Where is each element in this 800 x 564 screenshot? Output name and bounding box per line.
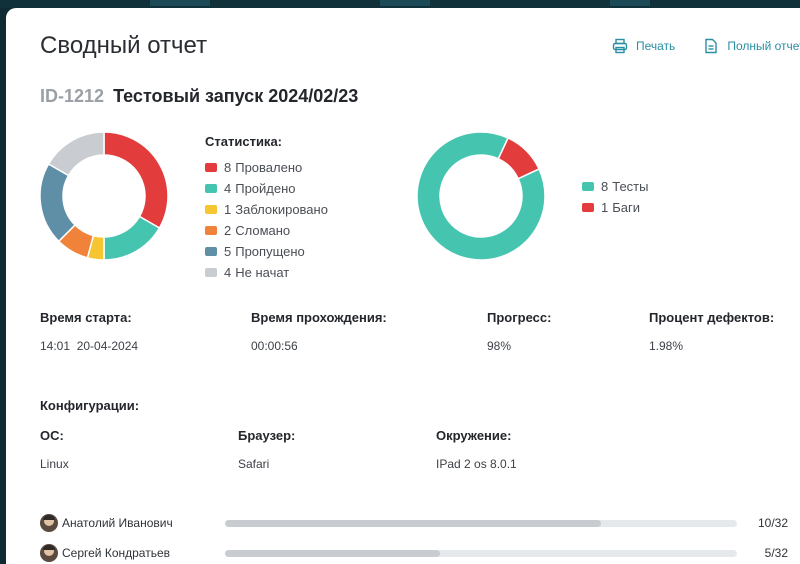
statistics-legend-item: 5 Пропущено (205, 241, 328, 262)
assignee-progress-fill (225, 519, 602, 527)
configurations-title: Конфигурации: (40, 398, 140, 413)
print-button[interactable]: Печать (612, 38, 675, 54)
assignee-name: Анатолий Иванович (62, 516, 173, 530)
duration-label: Время прохождения: (251, 310, 387, 325)
legend-swatch (582, 203, 594, 212)
assignee-count: 10/32 (757, 516, 788, 530)
full-report-button[interactable]: Полный отчет (703, 38, 800, 54)
legend-label: Заблокировано (235, 202, 328, 217)
progress-metric: Прогресс: 98% (487, 310, 551, 353)
statistics-legend-item: 4 Не начат (205, 262, 328, 283)
legend-swatch (205, 184, 217, 193)
legend-swatch (205, 163, 217, 172)
statistics-title: Статистика: (205, 134, 282, 149)
start-time-value: 14:01 20-04-2024 (40, 339, 139, 353)
donut-slice-6[interactable] (47, 131, 105, 177)
os-config: ОС: Linux (40, 428, 69, 471)
duration-metric: Время прохождения: 00:00:56 (251, 310, 387, 353)
legend-label: Баги (612, 200, 640, 215)
page-title: Сводный отчет (40, 32, 208, 59)
background-strip (0, 0, 800, 8)
defect-rate-label: Процент дефектов: (649, 310, 775, 325)
statistics-legend-item: 4 Пройдено (205, 178, 328, 199)
assignee-row[interactable]: Анатолий Иванович 10/32 (40, 508, 800, 538)
legend-count: 8 (224, 160, 232, 175)
assignee-progress-fill (225, 549, 441, 557)
donut-slice-1[interactable] (103, 131, 169, 230)
browser-value: Safari (238, 457, 270, 471)
header-actions: Печать Полный отчет (612, 38, 800, 54)
defects-legend-item: 8 Тесты (582, 176, 648, 197)
defects-legend: 8 Тесты 1 Баги (582, 176, 648, 218)
print-label: Печать (636, 39, 676, 53)
statistics-legend-item: 2 Сломано (205, 220, 328, 241)
defect-rate-value: 1.98% (649, 339, 684, 353)
browser-label: Браузер: (238, 428, 296, 443)
legend-swatch (205, 268, 217, 277)
defect-rate-metric: Процент дефектов: 1.98% (649, 310, 774, 353)
legend-swatch (205, 226, 217, 235)
legend-count: 4 (224, 181, 232, 196)
legend-count: 1 (224, 202, 232, 217)
legend-swatch (205, 205, 217, 214)
document-icon (705, 38, 718, 54)
statistics-legend: Статистика: 8 Провалено 4 Пройдено 1 Заблокир… (205, 134, 328, 283)
summary-report-card: Сводный отчет Печать Полный отчет ID-121… (6, 8, 800, 564)
statistics-legend-item: 8 Провалено (205, 157, 328, 178)
legend-count: 5 (224, 244, 232, 259)
legend-swatch (205, 247, 217, 256)
progress-value: 98% (487, 339, 512, 353)
run-id: ID-1212 (40, 86, 105, 106)
legend-count: 8 (601, 179, 609, 194)
run-name: Тестовый запуск 2024/02/23 (113, 86, 359, 106)
browser-config: Браузер: Safari (238, 428, 295, 471)
assignee-progress-bar (225, 549, 737, 557)
donut-slice-2[interactable] (103, 215, 161, 261)
full-report-label: Полный отчет (727, 39, 800, 53)
legend-label: Пройдено (235, 181, 296, 196)
assignee-progress-list: Анатолий Иванович 10/32 Сергей Кондратье… (40, 508, 800, 564)
statistics-legend-item: 1 Заблокировано (205, 199, 328, 220)
environment-config: Окружение: IPad 2 os 8.0.1 (436, 428, 517, 471)
donut-slice-5[interactable] (39, 162, 77, 243)
legend-label: Сломано (235, 223, 291, 238)
defects-donut-chart (416, 131, 546, 261)
legend-swatch (582, 182, 594, 191)
defects-legend-item: 1 Баги (582, 197, 648, 218)
test-run-heading: ID-1212 Тестовый запуск 2024/02/23 (40, 86, 358, 107)
avatar (40, 544, 58, 562)
legend-count: 2 (224, 223, 232, 238)
legend-count: 4 (224, 265, 232, 280)
donut-slice-2[interactable] (497, 136, 541, 180)
environment-value: IPad 2 os 8.0.1 (436, 457, 517, 471)
start-time-label: Время старта: (40, 310, 132, 325)
assignee-name: Сергей Кондратьев (62, 546, 171, 560)
environment-label: Окружение: (436, 428, 512, 443)
progress-label: Прогресс: (487, 310, 552, 325)
legend-label: Провалено (235, 160, 303, 175)
assignee-progress-bar (225, 519, 737, 527)
legend-label: Пропущено (235, 244, 305, 259)
status-donut-chart (39, 131, 169, 261)
start-time-metric: Время старта: 14:01 20-04-2024 (40, 310, 138, 353)
legend-label: Тесты (612, 179, 649, 194)
os-value: Linux (40, 457, 69, 471)
assignee-row[interactable]: Сергей Кондратьев 5/32 (40, 538, 800, 564)
printer-icon (612, 38, 628, 54)
avatar (40, 514, 58, 532)
legend-label: Не начат (235, 265, 290, 280)
assignee-count: 5/32 (764, 546, 788, 560)
legend-count: 1 (601, 200, 609, 215)
os-label: ОС: (40, 428, 64, 443)
duration-value: 00:00:56 (251, 339, 298, 353)
